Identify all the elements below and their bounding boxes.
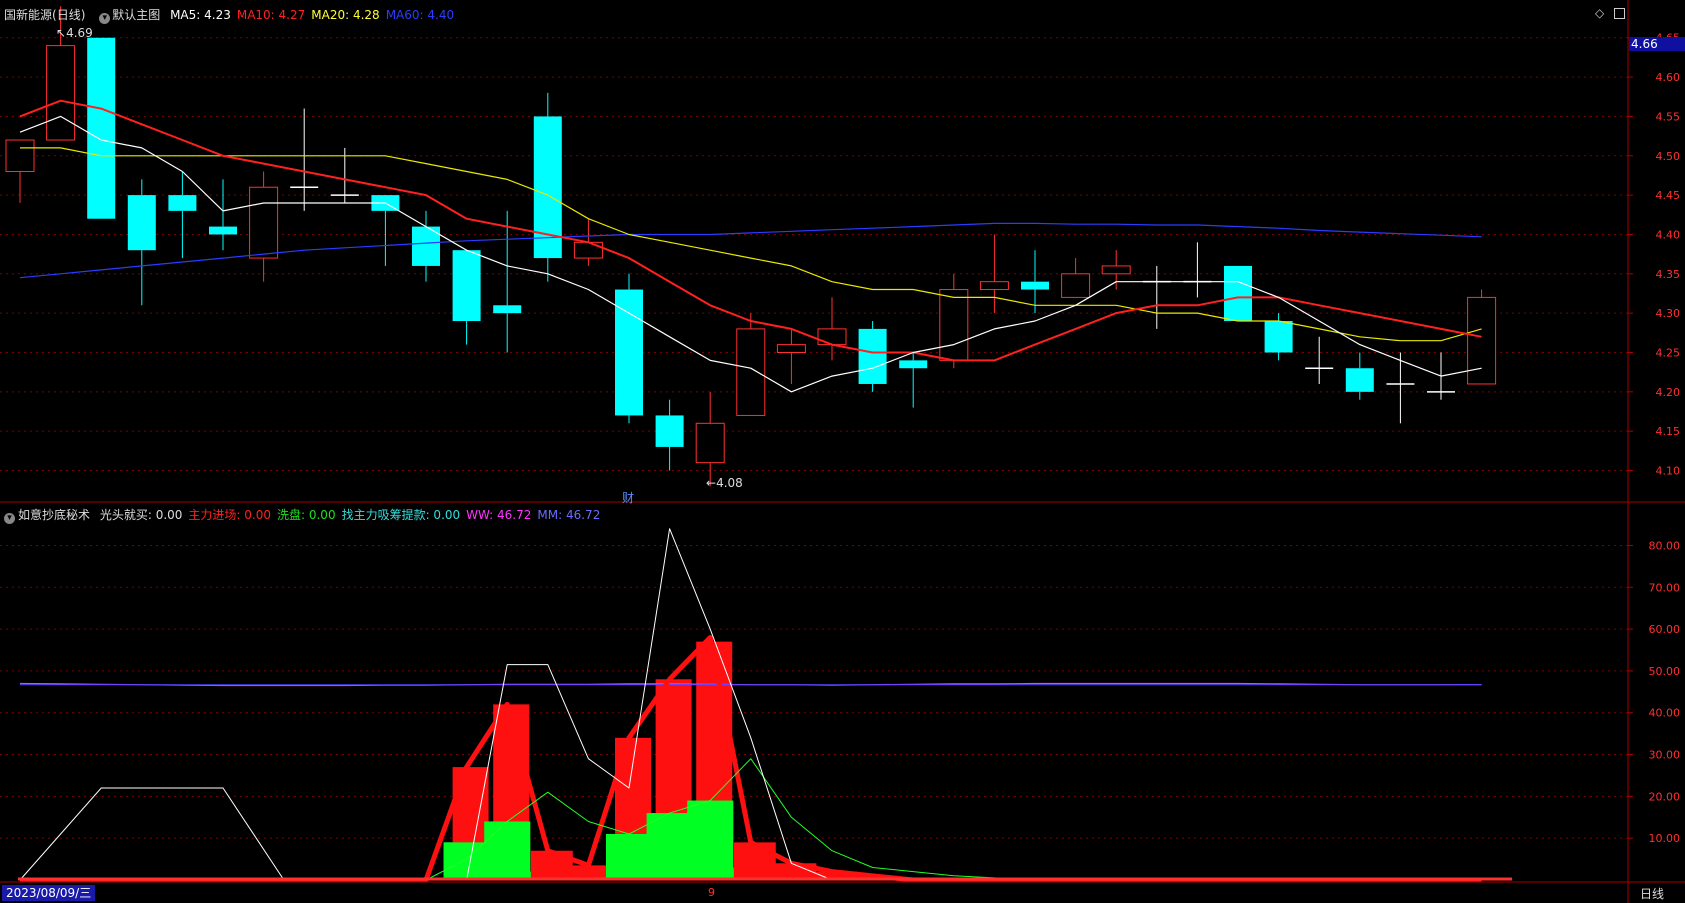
main-label[interactable]: 默认主图: [112, 8, 160, 22]
candle-body-down: [1345, 368, 1374, 392]
y-tick-label: 20.00: [1649, 790, 1681, 803]
period-button[interactable]: 日线: [1640, 885, 1664, 902]
y-tick-label: 40.00: [1649, 707, 1681, 720]
indicator-legend-item: 洗盘: 0.00: [277, 508, 336, 522]
candle-body-down: [127, 195, 156, 251]
diamond-icon[interactable]: ◇: [1595, 6, 1604, 20]
candle-body-down: [899, 360, 928, 369]
candle-body-up: [1101, 265, 1131, 275]
candle-body-up: [573, 241, 603, 259]
indicator-layer: [18, 528, 1512, 883]
candle-body-up: [1061, 273, 1091, 298]
candle-body-down: [1224, 265, 1252, 322]
indicator-menu-icon[interactable]: ▾: [4, 513, 15, 524]
time-marker: 9: [708, 886, 715, 899]
y-tick-label: 4.30: [1656, 307, 1681, 320]
indicator-legend-item: MM: 46.72: [537, 508, 601, 522]
main-header: 国新能源(日线) ▾ 默认主图 MA5: 4.23 MA10: 4.27 MA20: …: [4, 6, 466, 24]
grid-layer: [0, 37, 1628, 839]
candle-body-up: [817, 328, 847, 346]
date-label: 2023/08/09/三: [2, 885, 96, 901]
indicator-legend: 光头就买: 0.00 主力进场: 0.00 洗盘: 0.00 找主力吸筹提款: 0.0…: [100, 508, 606, 522]
stock-chart[interactable]: 4.654.604.554.504.454.404.354.304.254.20…: [0, 0, 1685, 903]
y-tick-label: 4.15: [1656, 425, 1681, 438]
candle-body-up: [249, 186, 279, 259]
indicator-name[interactable]: 如意抄底秘术: [18, 508, 90, 522]
candle-body-up: [979, 281, 1009, 291]
white-line: [20, 528, 1482, 881]
green-bar-front: [443, 842, 490, 880]
candle-body-down: [493, 305, 522, 314]
ma-legend-item: MA10: 4.27: [236, 8, 306, 22]
low-price-mark: ←4.08: [706, 476, 743, 490]
ma-legend: MA5: 4.23 MA10: 4.27 MA20: 4.28 MA60: 4.40: [170, 8, 460, 22]
ma60-line: [19, 222, 1482, 279]
y-tick-label: 60.00: [1649, 623, 1681, 636]
candle-body-down: [655, 415, 684, 447]
green-bar-front: [606, 834, 652, 880]
indicator-legend-item: 主力进场: 0.00: [188, 508, 271, 522]
indicator-legend-item: 找主力吸筹提款: 0.00: [341, 508, 461, 522]
window-box-icon[interactable]: [1614, 8, 1625, 19]
indicator-legend-item: 光头就买: 0.00: [99, 508, 183, 522]
y-tick-label: 30.00: [1649, 749, 1681, 762]
indicator-legend-item: WW: 46.72: [466, 508, 532, 522]
finance-marker[interactable]: 财: [622, 489, 634, 506]
candle-body-up: [695, 422, 725, 464]
candle-body-up: [736, 328, 766, 416]
candle-body-up: [776, 344, 806, 353]
candle-layer: [5, 6, 1497, 487]
green-bar-front: [687, 800, 734, 880]
high-price-mark: ↖4.69: [56, 26, 93, 40]
stock-name[interactable]: 国新能源: [4, 8, 52, 22]
y-tick-label: 4.50: [1656, 150, 1681, 163]
y-tick-label: 4.45: [1656, 189, 1681, 202]
ma20-line: [20, 147, 1482, 342]
candle-body-up: [1467, 296, 1497, 385]
y-tick-label: 4.10: [1656, 465, 1681, 478]
candle-body-down: [858, 328, 887, 384]
candle-body-up: [939, 289, 969, 361]
candle-body-down: [1021, 281, 1049, 290]
y-tick-label: 4.40: [1656, 228, 1681, 241]
candle-body-down: [452, 250, 481, 322]
y-tick-label: 70.00: [1649, 581, 1681, 594]
main-menu-icon[interactable]: ▾: [99, 13, 111, 24]
candle-body-up: [46, 45, 76, 141]
axis-layer: 4.654.604.554.504.454.404.354.304.254.20…: [0, 0, 1685, 903]
indicator-header: ▾ 如意抄底秘术 光头就买: 0.00 主力进场: 0.00 洗盘: 0.00 找主力吸…: [4, 506, 612, 524]
ma-legend-item: MA60: 4.40: [385, 8, 455, 22]
red-bar: [733, 842, 776, 880]
candle-body-down: [209, 226, 237, 235]
y-tick-label: 4.55: [1656, 110, 1681, 123]
candle-body-down: [168, 195, 197, 211]
ma-legend-item: MA20: 4.28: [311, 8, 380, 22]
stock-period: (日线): [52, 8, 86, 22]
green-bar-front: [646, 813, 693, 880]
last-price-label: 4.66: [1629, 37, 1685, 51]
candle-body-down: [615, 289, 643, 416]
y-tick-label: 4.35: [1656, 268, 1681, 281]
green-bar-front: [484, 821, 531, 880]
y-tick-label: 50.00: [1649, 665, 1681, 678]
y-tick-label: 4.20: [1656, 386, 1681, 399]
white-line-early: [19, 787, 285, 881]
y-tick-label: 10.00: [1649, 832, 1681, 845]
y-tick-label: 4.25: [1656, 346, 1681, 359]
candle-body-down: [87, 37, 116, 219]
candle-body-down: [1264, 321, 1293, 353]
y-tick-label: 80.00: [1649, 539, 1681, 552]
candle-body-up: [5, 139, 35, 173]
ma-legend-item: MA5: 4.23: [170, 8, 231, 22]
y-tick-label: 4.60: [1656, 71, 1681, 84]
